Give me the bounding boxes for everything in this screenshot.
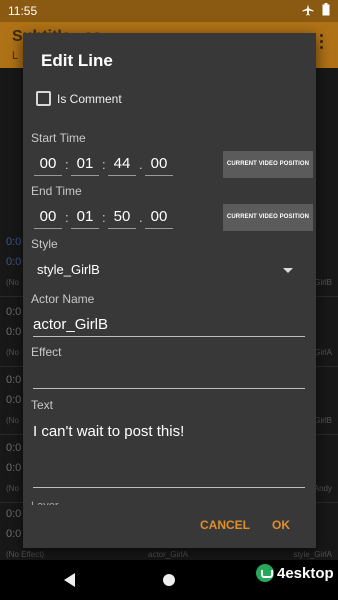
effect-field[interactable] bbox=[33, 366, 305, 389]
time-separator: . bbox=[139, 210, 143, 225]
text-field[interactable]: I can't wait to post this! bbox=[33, 419, 305, 488]
is-comment-checkbox[interactable] bbox=[36, 91, 51, 106]
back-icon[interactable] bbox=[64, 573, 75, 587]
status-time: 11:55 bbox=[8, 4, 38, 18]
actor-name-label: Actor Name bbox=[31, 292, 95, 306]
watermark-logo-icon bbox=[256, 564, 274, 582]
overflow-menu-icon[interactable] bbox=[320, 34, 324, 52]
edit-line-dialog: Edit Line Is Comment Start Time 00 : 01 … bbox=[23, 33, 316, 548]
watermark: 4esktop bbox=[256, 564, 334, 582]
start-centiseconds-field[interactable]: 00 bbox=[145, 153, 173, 176]
end-centiseconds-field[interactable]: 00 bbox=[145, 206, 173, 229]
is-comment-checkbox-row[interactable]: Is Comment bbox=[36, 91, 122, 106]
app-subtitle: L bbox=[12, 50, 19, 62]
home-icon[interactable] bbox=[163, 574, 175, 586]
ok-button[interactable]: OK bbox=[272, 518, 290, 532]
effect-label: Effect bbox=[31, 345, 62, 359]
end-seconds-field[interactable]: 50 bbox=[108, 206, 136, 229]
end-minutes-field[interactable]: 01 bbox=[71, 206, 99, 229]
actor-name-field[interactable]: actor_GirlB bbox=[33, 314, 305, 337]
style-label: Style bbox=[31, 237, 58, 251]
time-separator: : bbox=[65, 210, 69, 225]
time-separator: : bbox=[65, 157, 69, 172]
watermark-text: 4esktop bbox=[277, 564, 334, 582]
status-bar: 11:55 bbox=[0, 0, 338, 22]
start-minutes-field[interactable]: 01 bbox=[71, 153, 99, 176]
start-seconds-field[interactable]: 44 bbox=[108, 153, 136, 176]
start-hours-field[interactable]: 00 bbox=[34, 153, 62, 176]
time-separator: : bbox=[102, 210, 106, 225]
layer-label: Layer bbox=[31, 495, 311, 505]
text-label: Text bbox=[31, 398, 54, 412]
time-separator: . bbox=[139, 157, 143, 172]
start-current-video-position-button[interactable]: CURRENT VIDEO POSITION bbox=[223, 151, 313, 178]
is-comment-label: Is Comment bbox=[57, 91, 122, 106]
end-current-video-position-button[interactable]: CURRENT VIDEO POSITION bbox=[223, 204, 313, 231]
dialog-title: Edit Line bbox=[41, 51, 113, 70]
style-dropdown[interactable]: style_GirlB bbox=[31, 258, 301, 282]
time-separator: : bbox=[102, 157, 106, 172]
end-hours-field[interactable]: 00 bbox=[34, 206, 62, 229]
end-time-label: End Time bbox=[31, 184, 82, 198]
battery-icon bbox=[322, 3, 330, 16]
airplane-icon bbox=[302, 4, 314, 15]
style-dropdown-value: style_GirlB bbox=[37, 262, 100, 277]
start-time-label: Start Time bbox=[31, 131, 86, 145]
dropdown-arrow-icon bbox=[283, 268, 293, 273]
cancel-button[interactable]: CANCEL bbox=[200, 518, 250, 532]
